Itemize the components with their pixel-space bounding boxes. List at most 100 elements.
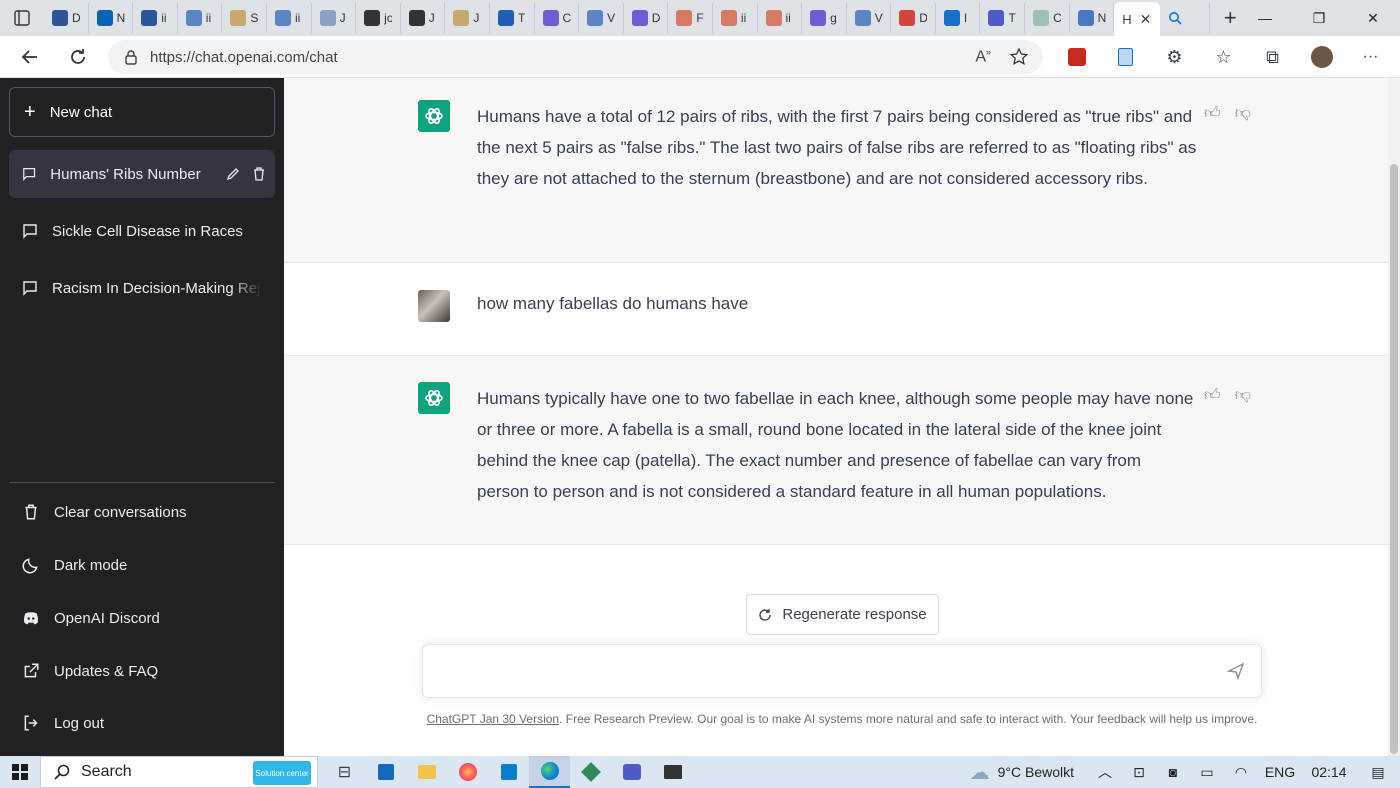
start-button[interactable] (0, 756, 40, 788)
browser-tab[interactable]: N (1070, 3, 1115, 33)
scrollbar-thumb[interactable] (1390, 164, 1398, 754)
language-button[interactable]: ENG (1258, 764, 1302, 780)
send-icon[interactable] (1227, 662, 1245, 680)
tab-actions-button[interactable] (0, 0, 44, 36)
taskbar-search[interactable]: Search Solution center (40, 756, 318, 788)
trash-icon[interactable] (251, 166, 267, 182)
url-text[interactable]: https://chat.openai.com/chat (150, 49, 338, 66)
favorites-icon: ☆ (1215, 46, 1232, 67)
tab-search[interactable] (1160, 3, 1211, 33)
dark-mode-button[interactable]: Dark mode (9, 541, 275, 589)
read-aloud-icon[interactable]: A» (975, 47, 991, 66)
browser-tab[interactable]: D (624, 3, 669, 33)
taskbar-apps: ⊟ (324, 756, 693, 788)
taskbar-app-teams[interactable] (611, 756, 652, 788)
browser-tab[interactable]: C (535, 3, 580, 33)
favorites-button[interactable]: ☆ (1199, 47, 1248, 68)
tray-app-button[interactable]: ⊡ (1122, 764, 1156, 781)
thumbs-up-icon[interactable]: 👍︎ (1204, 104, 1221, 123)
browser-tab[interactable]: F (668, 3, 713, 33)
openai-discord-link[interactable]: OpenAI Discord (9, 594, 275, 642)
extension-doc-button[interactable] (1101, 48, 1150, 66)
collections-icon: ⧉ (1266, 46, 1279, 67)
log-out-button[interactable]: Log out (9, 699, 275, 747)
clapperboard-icon (663, 765, 682, 779)
new-chat-button[interactable]: + New chat (9, 87, 275, 137)
refresh-button[interactable] (54, 36, 102, 78)
maximize-button[interactable]: ❐ (1292, 0, 1346, 36)
message-input[interactable] (437, 659, 1197, 685)
collections-button[interactable]: ⧉ (1248, 47, 1297, 68)
thumbs-down-icon[interactable]: 👎︎ (1235, 386, 1251, 405)
battery-button[interactable]: ▭ (1190, 764, 1224, 781)
taskbar-app-explorer[interactable] (406, 756, 447, 788)
tray-app-icon: ⊡ (1133, 763, 1145, 780)
browser-tab-strip: D Nii ii Sii Jjo J J T C V D Fii ii g V D I T C N H ✕ + — ❐… (0, 0, 1400, 36)
conversation-item-sickle-cell[interactable]: Sickle Cell Disease in Races (9, 207, 275, 255)
updates-faq-link[interactable]: Updates & FAQ (9, 647, 275, 695)
tab-title: N (116, 11, 125, 25)
browser-tab[interactable]: ii (758, 3, 803, 33)
browser-tab[interactable]: V (847, 3, 892, 33)
edit-icon[interactable] (225, 166, 241, 182)
extension-red-button[interactable] (1052, 48, 1101, 66)
browser-tab[interactable]: N (89, 3, 134, 33)
weather-widget[interactable]: ☁ 9°C Bewolkt (970, 760, 1074, 785)
notifications-button[interactable]: ▤ (1356, 764, 1400, 781)
clear-conversations-button[interactable]: Clear conversations (9, 488, 275, 536)
tab-title: ii (294, 11, 301, 25)
profile-button[interactable] (1297, 46, 1346, 68)
taskbar-app-edge[interactable] (529, 756, 570, 788)
back-button[interactable] (6, 36, 54, 78)
clock-button[interactable]: 02:14 (1302, 764, 1356, 780)
task-view-button[interactable]: ⊟ (324, 756, 365, 788)
tab-chatgpt-active[interactable]: H ✕ (1114, 2, 1161, 36)
show-hidden-icons-button[interactable]: ︿ (1088, 762, 1122, 782)
close-tab-icon[interactable]: ✕ (1140, 11, 1152, 28)
taskbar-app-firefox[interactable] (447, 756, 488, 788)
tab-favicon-icon (230, 10, 247, 26)
browser-tab[interactable]: ii (178, 3, 223, 33)
browser-tab[interactable]: V (579, 3, 624, 33)
network-button[interactable]: ◠ (1224, 764, 1258, 781)
taskbar-app-vscode[interactable] (488, 756, 529, 788)
conversation-item-humans-ribs[interactable]: Humans' Ribs Number (9, 150, 275, 198)
wifi-icon: ◠ (1234, 763, 1248, 780)
browser-tab[interactable]: I (936, 3, 981, 33)
arrow-left-icon (21, 49, 37, 64)
url-bar[interactable]: https://chat.openai.com/chat A» (108, 40, 1043, 74)
browser-tab[interactable]: ii (133, 3, 178, 33)
taskbar-app-store[interactable] (365, 756, 406, 788)
settings-more-button[interactable]: ··· (1346, 48, 1395, 66)
browser-tab[interactable]: ii (713, 3, 758, 33)
conversation-item-racism-decision[interactable]: Racism In Decision-Making Rej (9, 264, 275, 312)
browser-tab[interactable]: S (222, 3, 267, 33)
browser-tab[interactable]: jo (356, 3, 401, 33)
browser-tab[interactable]: J (401, 3, 446, 33)
plus-icon: + (24, 100, 36, 123)
add-favorite-icon[interactable] (1009, 47, 1029, 67)
taskbar-app-clapper[interactable] (652, 756, 693, 788)
browser-tab[interactable]: T (490, 3, 535, 33)
thumbs-up-icon[interactable]: 👍︎ (1204, 386, 1221, 405)
browser-tab[interactable]: D (44, 3, 89, 33)
browser-tab[interactable]: T (980, 3, 1026, 33)
browser-tab[interactable]: J (445, 3, 490, 33)
search-promo-badge[interactable]: Solution center (253, 761, 311, 785)
lock-icon[interactable] (124, 49, 138, 65)
regenerate-response-button[interactable]: Regenerate response (746, 594, 939, 635)
browser-tab[interactable]: C (1025, 3, 1070, 33)
browser-tab[interactable]: D (891, 3, 936, 33)
close-window-button[interactable]: ✕ (1346, 0, 1400, 36)
browser-tab[interactable]: J (312, 3, 357, 33)
browser-tabs: D Nii ii Sii Jjo J J T C V D Fii ii g V D I T C N (44, 0, 1115, 36)
extensions-button[interactable]: ⚙ (1150, 47, 1199, 68)
chat-scrollbar[interactable] (1388, 78, 1400, 756)
browser-tab[interactable]: g (802, 3, 847, 33)
thumbs-down-icon[interactable]: 👎︎ (1235, 104, 1251, 123)
version-link[interactable]: ChatGPT Jan 30 Version (427, 712, 560, 726)
browser-tab[interactable]: ii (267, 3, 312, 33)
minimize-button[interactable]: — (1238, 0, 1292, 36)
taskbar-app-git[interactable] (570, 756, 611, 788)
tray-meet-button[interactable]: ◙ (1156, 764, 1190, 780)
